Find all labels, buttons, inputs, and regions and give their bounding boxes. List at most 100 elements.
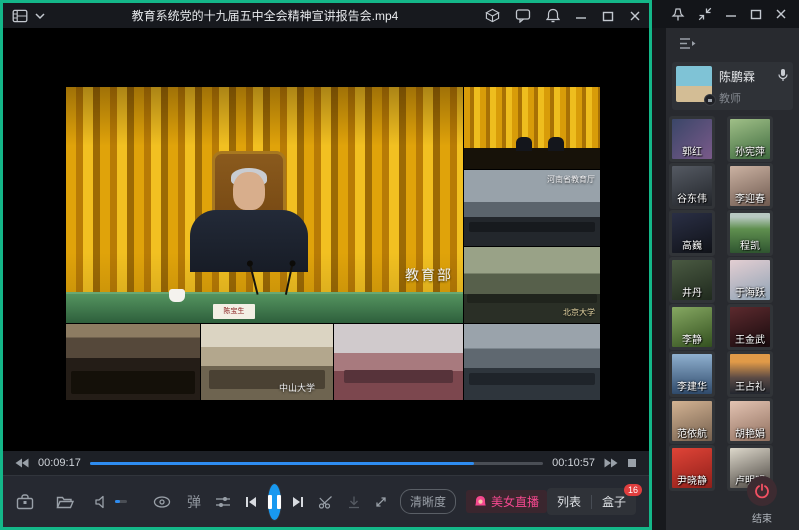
maximize-icon[interactable]: [602, 10, 614, 22]
participant-name: 井丹: [666, 284, 718, 299]
video-canvas[interactable]: 陈宝生 教育部 河南省教育厅 北京大学: [3, 28, 649, 451]
figure: [548, 137, 564, 151]
avatar-status-icon: [704, 94, 716, 106]
eye-icon[interactable]: [153, 496, 171, 508]
video-player-window: 教育系统党的十九届五中全会精神宣讲报告会.mp4: [0, 0, 652, 530]
minimize-icon[interactable]: [725, 8, 737, 20]
feed-ministry-of-education: 陈宝生 教育部: [66, 87, 463, 323]
girl-icon: [474, 495, 487, 508]
folder-open-icon[interactable]: [56, 495, 74, 509]
participant-tile[interactable]: 王占礼: [730, 354, 770, 394]
total-time: 00:10:57: [552, 457, 595, 469]
conference-window: 陈鹏霖 教师 郭红 孙宪萍 谷东伟 李迎春 高巍 程凯 井丹 于海跃 李静 王金…: [652, 0, 799, 530]
beauty-live-label: 美女直播: [491, 493, 539, 510]
participant-name: 程凯: [724, 237, 776, 252]
speaker-icon[interactable]: [94, 495, 108, 509]
conference-video-composite: 陈宝生 教育部 河南省教育厅 北京大学: [66, 87, 600, 400]
message-icon[interactable]: [515, 8, 531, 23]
feed-meeting-room: [464, 324, 600, 400]
divider: [591, 495, 592, 509]
participant-tile[interactable]: 于海跃: [730, 260, 770, 300]
participant-tile[interactable]: 李建华: [672, 354, 712, 394]
stop-icon[interactable]: [627, 458, 637, 468]
audience-row: [469, 222, 594, 233]
feed-curtain-room: [464, 87, 600, 169]
participant-tile[interactable]: 李迎春: [730, 166, 770, 206]
player-titlebar: 教育系统党的十九届五中全会精神宣讲报告会.mp4: [3, 3, 649, 28]
minimize-icon[interactable]: [575, 10, 587, 22]
box-button[interactable]: 盒子 16: [602, 493, 626, 510]
participant-tile[interactable]: 孙宪萍: [730, 119, 770, 159]
collapse-icon[interactable]: [698, 7, 712, 21]
box-label: 盒子: [602, 495, 626, 509]
participant-tile[interactable]: 李静: [672, 307, 712, 347]
host-card[interactable]: 陈鹏霖 教师: [672, 62, 793, 110]
seek-bar[interactable]: [90, 462, 543, 465]
video-title: 教育系统党的十九届五中全会精神宣讲报告会.mp4: [45, 7, 485, 24]
participant-tile[interactable]: 王金武: [730, 307, 770, 347]
film-icon[interactable]: [11, 8, 29, 24]
microphone-icon[interactable]: [777, 66, 789, 87]
download-icon[interactable]: [347, 495, 361, 509]
maximize-icon[interactable]: [750, 8, 762, 20]
screen: 教育系统党的十九届五中全会精神宣讲报告会.mp4: [0, 0, 799, 530]
scissors-icon[interactable]: [318, 495, 334, 509]
feed-auditorium-1: [66, 324, 200, 400]
chevron-down-icon[interactable]: [35, 12, 45, 20]
quality-button[interactable]: 清晰度: [400, 489, 456, 514]
danmaku-toggle[interactable]: 弹: [187, 492, 201, 512]
participant-tile[interactable]: 胡艳娟: [730, 401, 770, 441]
seek-bar-fill: [90, 462, 474, 465]
audience: [469, 373, 594, 385]
feed-label-peking: 北京大学: [563, 307, 595, 318]
participant-name: 胡艳娟: [724, 425, 776, 440]
participant-tile[interactable]: 谷东伟: [672, 166, 712, 206]
host-avatar: [676, 66, 712, 102]
close-icon[interactable]: [629, 10, 641, 22]
participant-tile[interactable]: 郭红: [672, 119, 712, 159]
box-icon[interactable]: [485, 8, 500, 23]
expand-icon[interactable]: [374, 495, 388, 509]
feed-label-sysu: 中山大学: [279, 381, 315, 394]
collapse-panel-icon[interactable]: [679, 37, 697, 55]
pause-icon: [268, 495, 272, 509]
participant-tile[interactable]: 尹晓静: [672, 448, 712, 488]
bell-icon[interactable]: [546, 8, 560, 24]
feed-henan-education-dept: 河南省教育厅: [464, 170, 600, 246]
speaker-head: [233, 172, 265, 210]
close-icon[interactable]: [775, 8, 787, 20]
participant-name: 李建华: [666, 378, 718, 393]
participant-name: 李迎春: [724, 190, 776, 205]
power-icon: [754, 483, 770, 499]
participant-tile[interactable]: 范依航: [672, 401, 712, 441]
name-placard: 陈宝生: [213, 304, 255, 319]
participant-name: 高巍: [666, 237, 718, 252]
pause-icon: [277, 495, 281, 509]
figure: [516, 137, 532, 151]
beauty-live-button[interactable]: 美女直播: [466, 490, 547, 513]
participant-name: 尹晓静: [666, 472, 718, 487]
pause-button[interactable]: [268, 484, 281, 520]
toolbox-icon[interactable]: [16, 494, 34, 510]
participant-name: 范依航: [666, 425, 718, 440]
pin-icon[interactable]: [671, 7, 685, 22]
previous-icon[interactable]: [244, 495, 258, 509]
box-badge: 16: [624, 484, 642, 496]
sliders-icon[interactable]: [215, 495, 231, 509]
participant-tile[interactable]: 高巍: [672, 213, 712, 253]
participant-tile[interactable]: 井丹: [672, 260, 712, 300]
fast-forward-icon[interactable]: [604, 458, 618, 468]
end-meeting-area: 结束: [739, 476, 785, 525]
playlist-button[interactable]: 列表: [557, 493, 581, 510]
participant-name: 孙宪萍: [724, 143, 776, 158]
feed-peking-university: 北京大学: [464, 247, 600, 323]
list-box-group: 列表 盒子 16: [547, 488, 636, 515]
end-meeting-button[interactable]: [747, 476, 777, 506]
participant-name: 谷东伟: [666, 190, 718, 205]
host-name: 陈鹏霖: [719, 68, 770, 85]
audience-row: [467, 294, 598, 303]
next-icon[interactable]: [291, 495, 305, 509]
volume-slider[interactable]: [115, 500, 127, 503]
rewind-icon[interactable]: [15, 458, 29, 468]
participant-tile[interactable]: 程凯: [730, 213, 770, 253]
